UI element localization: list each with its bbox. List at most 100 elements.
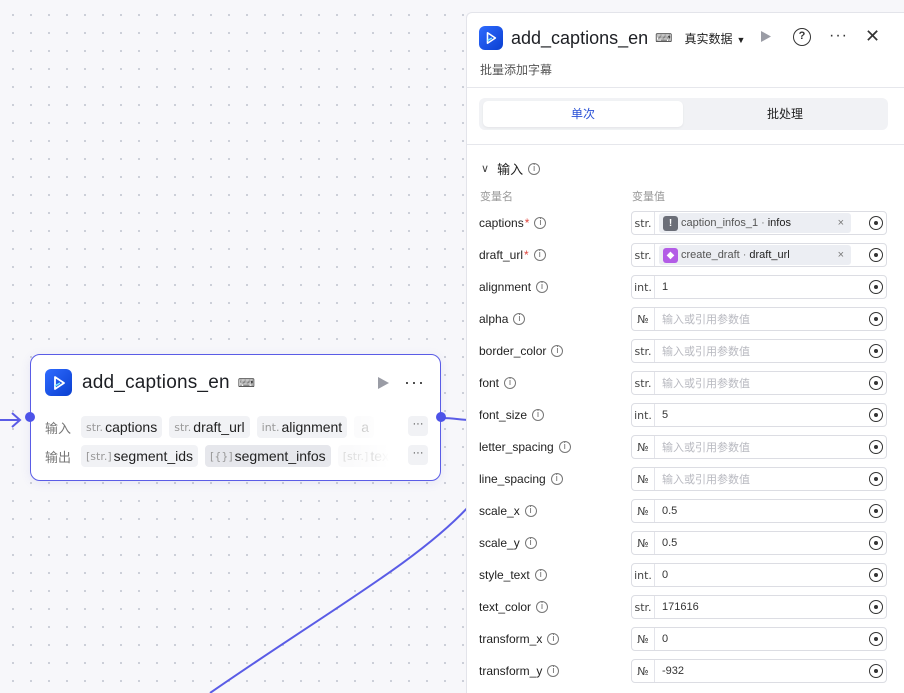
input-chip: str. draft_url [169, 416, 250, 438]
reference-picker-icon[interactable] [869, 248, 883, 262]
close-icon[interactable]: ✕ [865, 26, 880, 47]
reference-picker-icon[interactable] [869, 376, 883, 390]
param-value: 0 [662, 569, 669, 581]
reference-picker-icon[interactable] [869, 440, 883, 454]
panel-more-button[interactable]: ··· [829, 27, 848, 45]
panel-title: add_captions_en [511, 27, 649, 48]
info-icon: i [534, 569, 547, 581]
divider [467, 87, 904, 88]
input-chip: str. captions [81, 416, 163, 438]
reference-picker-icon[interactable] [869, 280, 883, 294]
reference-chip[interactable]: ◆ create_draft · draft_url × [659, 245, 851, 265]
reference-chip[interactable]: ! caption_infos_1 · infos × [659, 213, 851, 233]
reference-picker-icon[interactable] [869, 664, 883, 678]
type-badge: № [632, 660, 655, 682]
param-value-field[interactable]: str. 输入或引用参数值 [631, 371, 887, 395]
param-value-field[interactable]: str. 输入或引用参数值 [631, 339, 887, 363]
param-name: captions * i [479, 216, 631, 230]
output-chip: [str.] segment_ids [81, 445, 199, 467]
reference-picker-icon[interactable] [869, 568, 883, 582]
type-badge: str. [632, 340, 655, 362]
param-value-field[interactable]: № -932 [631, 659, 887, 683]
remove-reference-icon[interactable]: × [838, 249, 844, 261]
param-value-field[interactable]: str. ◆ create_draft · draft_url × [631, 243, 887, 267]
param-row: font i str. 输入或引用参数值 [479, 371, 889, 395]
param-value: 171616 [662, 601, 699, 613]
info-icon: i [504, 377, 517, 389]
info-icon: i [524, 537, 537, 549]
info-icon: i [550, 473, 563, 485]
test-mode-icon: ⌨ [655, 31, 673, 45]
param-row: line_spacing i № 输入或引用参数值 [479, 467, 889, 491]
reference-picker-icon[interactable] [869, 344, 883, 358]
info-icon: i [558, 441, 571, 453]
plugin-node-card[interactable]: add_captions_en ⌨ ··· 输入 str. captions st… [25, 354, 446, 481]
input-port[interactable] [25, 412, 35, 422]
param-name: border_color i [479, 344, 631, 358]
reference-picker-icon[interactable] [869, 216, 883, 230]
param-value: 0.5 [662, 537, 678, 549]
param-value-field[interactable]: str.! caption_infos_1 · infos × [631, 211, 887, 235]
type-badge: str. [632, 372, 655, 394]
inputs-section-header[interactable]: ∨ 输入 i [481, 159, 541, 178]
run-button[interactable] [760, 30, 772, 48]
input-chip: a [354, 416, 374, 438]
param-placeholder: 输入或引用参数值 [662, 442, 750, 454]
reference-picker-icon[interactable] [869, 536, 883, 550]
reference-picker-icon[interactable] [869, 472, 883, 486]
param-value-field[interactable]: № 0.5 [631, 499, 887, 523]
reference-picker-icon[interactable] [869, 600, 883, 614]
param-name: style_text i [479, 568, 631, 582]
param-value-field[interactable]: № 输入或引用参数值 [631, 307, 887, 331]
param-value-field[interactable]: str. 171616 [631, 595, 887, 619]
outputs-more-button[interactable]: ··· [408, 445, 428, 465]
data-mode-select[interactable]: 真实数据 ▼ [684, 30, 745, 47]
param-row: style_text i int. 0 [479, 563, 889, 587]
info-icon: i [536, 281, 549, 293]
outputs-label: 输出 [45, 449, 72, 465]
tab-single[interactable]: 单次 [483, 101, 683, 127]
output-chip: [{}] segment_infos [205, 445, 331, 467]
param-value-field[interactable]: № 输入或引用参数值 [631, 435, 887, 459]
param-name: scale_x i [479, 504, 631, 518]
param-value-field[interactable]: № 0 [631, 627, 887, 651]
reference-picker-icon[interactable] [869, 632, 883, 646]
reference-picker-icon[interactable] [869, 504, 883, 518]
remove-reference-icon[interactable]: × [838, 217, 844, 229]
type-badge: № [632, 532, 655, 554]
param-value-field[interactable]: int. 0 [631, 563, 887, 587]
panel-subtitle: 批量添加字幕 [480, 63, 553, 77]
run-node-button[interactable] [377, 376, 390, 395]
param-value-field[interactable]: int. 5 [631, 403, 887, 427]
param-row: transform_x i № 0 [479, 627, 889, 651]
type-badge: str. [632, 244, 655, 266]
tab-batch[interactable]: 批处理 [685, 101, 885, 127]
node-outputs-row: 输出 [45, 444, 81, 468]
inputs-label: 输入 [45, 420, 72, 436]
param-name: transform_y i [479, 664, 631, 678]
output-port[interactable] [436, 412, 446, 422]
type-badge: str. [632, 212, 655, 234]
reference-picker-icon[interactable] [869, 312, 883, 326]
param-row: alignment i int. 1 [479, 275, 889, 299]
info-icon: i [547, 665, 560, 677]
inputs-more-button[interactable]: ··· [408, 416, 428, 436]
node-test-panel: add_captions_en ⌨ 真实数据 ▼ ? ··· ✕ 批量添加字幕 单… [466, 12, 904, 693]
help-icon[interactable]: ? [793, 28, 811, 46]
param-name: text_color i [479, 600, 631, 614]
reference-picker-icon[interactable] [869, 408, 883, 422]
param-value-field[interactable]: № 输入或引用参数值 [631, 467, 887, 491]
param-row: font_size i int. 5 [479, 403, 889, 427]
param-row: scale_y i № 0.5 [479, 531, 889, 555]
info-icon: i [551, 345, 564, 357]
param-name: font i [479, 376, 631, 390]
param-value-field[interactable]: № 0.5 [631, 531, 887, 555]
param-name: draft_url * i [479, 248, 631, 262]
node-more-button[interactable]: ··· [404, 372, 425, 393]
param-value: -932 [662, 665, 685, 677]
param-row: scale_x i № 0.5 [479, 499, 889, 523]
type-badge: № [632, 436, 655, 458]
param-value-field[interactable]: int. 1 [631, 275, 887, 299]
param-row: captions * i str.! caption_infos_1 · infos × [479, 211, 889, 235]
param-name: alignment i [479, 280, 631, 294]
